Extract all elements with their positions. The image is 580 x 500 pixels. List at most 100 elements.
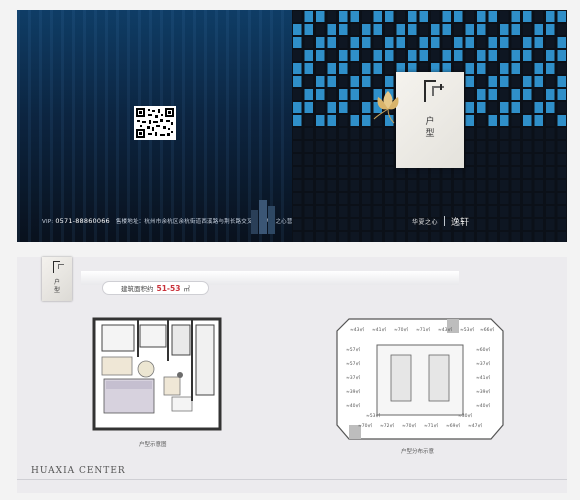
tile (385, 167, 394, 178)
tile (362, 180, 371, 191)
tile (385, 219, 394, 230)
tile (350, 232, 359, 242)
tile (339, 219, 348, 230)
tile (477, 219, 486, 230)
tile (511, 219, 520, 230)
tile (488, 24, 497, 35)
tile (362, 206, 371, 217)
tile (442, 11, 451, 22)
tile (339, 63, 348, 74)
unit-area-label: ≈57㎡ (346, 346, 360, 353)
unit-area-label: ≈66㎡ (480, 326, 494, 333)
tile (454, 167, 463, 178)
tile (339, 193, 348, 204)
tile (500, 128, 509, 139)
tile (465, 63, 474, 74)
tile (431, 11, 440, 22)
tile (396, 167, 405, 178)
tile (373, 11, 382, 22)
tile (488, 89, 497, 100)
tile (408, 180, 417, 191)
tile (523, 102, 532, 113)
tile (477, 206, 486, 217)
skyline-icon (251, 200, 275, 234)
tile (465, 76, 474, 87)
tile (304, 76, 313, 87)
tile (304, 63, 313, 74)
tile (523, 167, 532, 178)
tile (557, 167, 566, 178)
tile (557, 76, 566, 87)
tile (534, 141, 543, 152)
tile (339, 115, 348, 126)
cover-back-panel: VIP: 0571-88860066 售楼地址：杭州市余杭区余杭街道西溪路与荆长… (17, 10, 315, 242)
tile (534, 154, 543, 165)
tile (293, 76, 302, 87)
tile (350, 102, 359, 113)
tile (546, 219, 555, 230)
tile (293, 11, 302, 22)
unit-area-label: ≈37㎡ (346, 374, 360, 381)
tile (408, 11, 417, 22)
tile (362, 50, 371, 61)
tile (316, 37, 325, 48)
tile (316, 141, 325, 152)
tile (396, 193, 405, 204)
tile (477, 141, 486, 152)
tile (488, 193, 497, 204)
tile (454, 37, 463, 48)
tile (293, 24, 302, 35)
tile (327, 232, 336, 242)
tile (546, 232, 555, 242)
unit-area-label: ≈39㎡ (476, 388, 490, 395)
tile (488, 141, 497, 152)
tile (557, 193, 566, 204)
tile (362, 154, 371, 165)
tile (293, 141, 302, 152)
tile (546, 102, 555, 113)
tile (339, 50, 348, 61)
area-value: 51-53 (156, 283, 181, 293)
tile (362, 219, 371, 230)
tile (523, 141, 532, 152)
unit-plan-drawing (92, 317, 222, 431)
tile (327, 141, 336, 152)
tile (523, 232, 532, 242)
tile (557, 63, 566, 74)
tile (362, 11, 371, 22)
corner-frame-icon (53, 261, 64, 273)
tile (373, 206, 382, 217)
tile (293, 37, 302, 48)
tile (500, 24, 509, 35)
tile (557, 115, 566, 126)
tile (385, 154, 394, 165)
tile (500, 141, 509, 152)
tile (408, 167, 417, 178)
tile (339, 128, 348, 139)
tile (488, 219, 497, 230)
tile (327, 76, 336, 87)
tile (557, 50, 566, 61)
tile (523, 76, 532, 87)
tile (316, 102, 325, 113)
tile (523, 193, 532, 204)
tile (511, 128, 520, 139)
tile (500, 50, 509, 61)
tile (534, 167, 543, 178)
tile (373, 167, 382, 178)
tile (316, 24, 325, 35)
tile (385, 193, 394, 204)
tile (534, 232, 543, 242)
tile (511, 102, 520, 113)
tile (546, 141, 555, 152)
tile (431, 50, 440, 61)
floor-plan-page: 户 型 建筑面积约 51-53 ㎡ 户型示意图 ≈43㎡ ≈41㎡ ≈70㎡ ≈71㎡ (17, 257, 567, 493)
tile (385, 180, 394, 191)
unit-area-label: ≈40㎡ (346, 402, 360, 409)
tile (419, 37, 428, 48)
tile (511, 141, 520, 152)
tile (304, 102, 313, 113)
tile (534, 128, 543, 139)
tile (316, 128, 325, 139)
tile (316, 115, 325, 126)
